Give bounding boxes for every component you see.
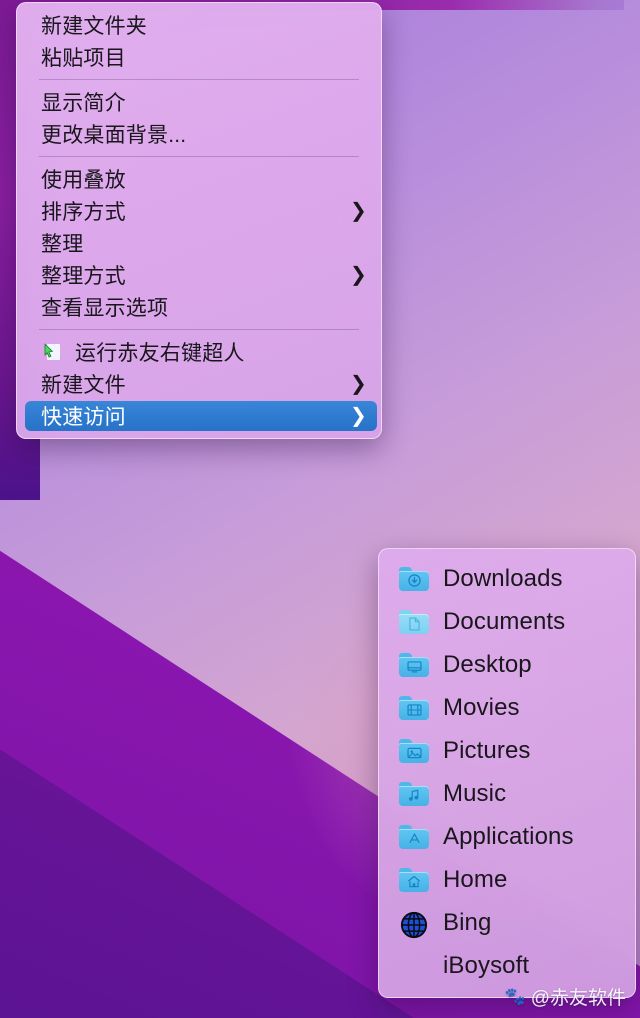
submenu-item-pictures[interactable]: Pictures: [379, 729, 635, 772]
menu-item-1-0[interactable]: 显示简介: [17, 86, 381, 118]
menu-item-2-1[interactable]: 排序方式 ❯: [17, 195, 381, 227]
submenu-item-label: Movies: [443, 693, 520, 721]
menu-item-label: 新建文件夹: [41, 15, 147, 38]
folder-applications-icon: [399, 824, 429, 849]
menu-item-2-4[interactable]: 查看显示选项: [17, 291, 381, 323]
submenu-item-documents[interactable]: Documents: [379, 600, 635, 643]
submenu-item-label: Home: [443, 865, 508, 893]
menu-item-2-3[interactable]: 整理方式 ❯: [17, 259, 381, 291]
submenu-item-label: Downloads: [443, 564, 563, 592]
menu-separator: [39, 156, 359, 157]
menu-item-label: 查看显示选项: [41, 297, 169, 320]
menu-item-label: 新建文件: [41, 374, 126, 397]
menu-item-0-1[interactable]: 粘贴项目: [17, 41, 381, 73]
menu-item-label: 运行赤友右键超人: [75, 342, 245, 365]
submenu-item-desktop[interactable]: Desktop: [379, 643, 635, 686]
submenu-item-iboysoft[interactable]: iBoysoft: [379, 944, 635, 987]
chevron-right-icon: ❯: [350, 264, 367, 286]
menu-item-3-0[interactable]: 运行赤友右键超人: [17, 336, 381, 368]
globe-icon: [399, 911, 429, 938]
folder-music-icon: [399, 781, 429, 806]
submenu-item-home[interactable]: Home: [379, 858, 635, 901]
menu-item-label: 整理方式: [41, 265, 126, 288]
menu-item-quick-access[interactable]: 快速访问 ❯: [17, 400, 381, 432]
menu-separator: [39, 329, 359, 330]
folder-movies-icon: [399, 695, 429, 720]
submenu-item-label: Applications: [443, 822, 574, 850]
menu-item-label: 排序方式: [41, 201, 126, 224]
submenu-item-label: Documents: [443, 607, 566, 635]
submenu-item-downloads[interactable]: Downloads: [379, 557, 635, 600]
submenu-item-movies[interactable]: Movies: [379, 686, 635, 729]
menu-item-3-1[interactable]: 新建文件 ❯: [17, 368, 381, 400]
menu-item-2-0[interactable]: 使用叠放: [17, 163, 381, 195]
submenu-item-label: Desktop: [443, 650, 532, 678]
menu-item-label: 显示简介: [41, 92, 126, 115]
menu-item-label: 粘贴项目: [41, 47, 126, 70]
submenu-item-bing[interactable]: Bing: [379, 901, 635, 944]
right-click-superman-app-icon: [41, 341, 63, 363]
submenu-item-label: Bing: [443, 908, 492, 936]
chevron-right-icon: ❯: [350, 373, 367, 395]
desktop-screen: 新建文件夹粘贴项目显示简介更改桌面背景... 使用叠放排序方式 ❯ 整理整理方式 ❯ 查看…: [0, 0, 640, 1018]
folder-pictures-icon: [399, 738, 429, 763]
folder-downloads-icon: [399, 566, 429, 591]
menu-item-1-1[interactable]: 更改桌面背景...: [17, 118, 381, 150]
chevron-right-icon: ❯: [350, 405, 367, 427]
chevron-right-icon: ❯: [350, 200, 367, 222]
menu-item-label: 整理: [41, 233, 84, 256]
desktop-context-menu[interactable]: 新建文件夹粘贴项目显示简介更改桌面背景... 使用叠放排序方式 ❯ 整理整理方式 ❯ 查看…: [16, 2, 382, 439]
menu-separator: [39, 79, 359, 80]
folder-home-icon: [399, 867, 429, 892]
submenu-item-label: Pictures: [443, 736, 531, 764]
menu-item-label: 使用叠放: [41, 169, 126, 192]
submenu-item-label: iBoysoft: [443, 951, 530, 979]
menu-item-2-2[interactable]: 整理: [17, 227, 381, 259]
menu-item-0-0[interactable]: 新建文件夹: [17, 9, 381, 41]
folder-documents-icon: [399, 609, 429, 634]
submenu-item-music[interactable]: Music: [379, 772, 635, 815]
quick-access-submenu[interactable]: Downloads Documents Desktop Movies Pictures M…: [378, 548, 636, 998]
no-icon-placeholder: [399, 954, 429, 978]
submenu-item-applications[interactable]: Applications: [379, 815, 635, 858]
menu-item-label: 更改桌面背景...: [41, 124, 187, 147]
submenu-item-label: Music: [443, 779, 507, 807]
folder-desktop-icon: [399, 652, 429, 677]
menu-item-label: 快速访问: [41, 406, 126, 429]
